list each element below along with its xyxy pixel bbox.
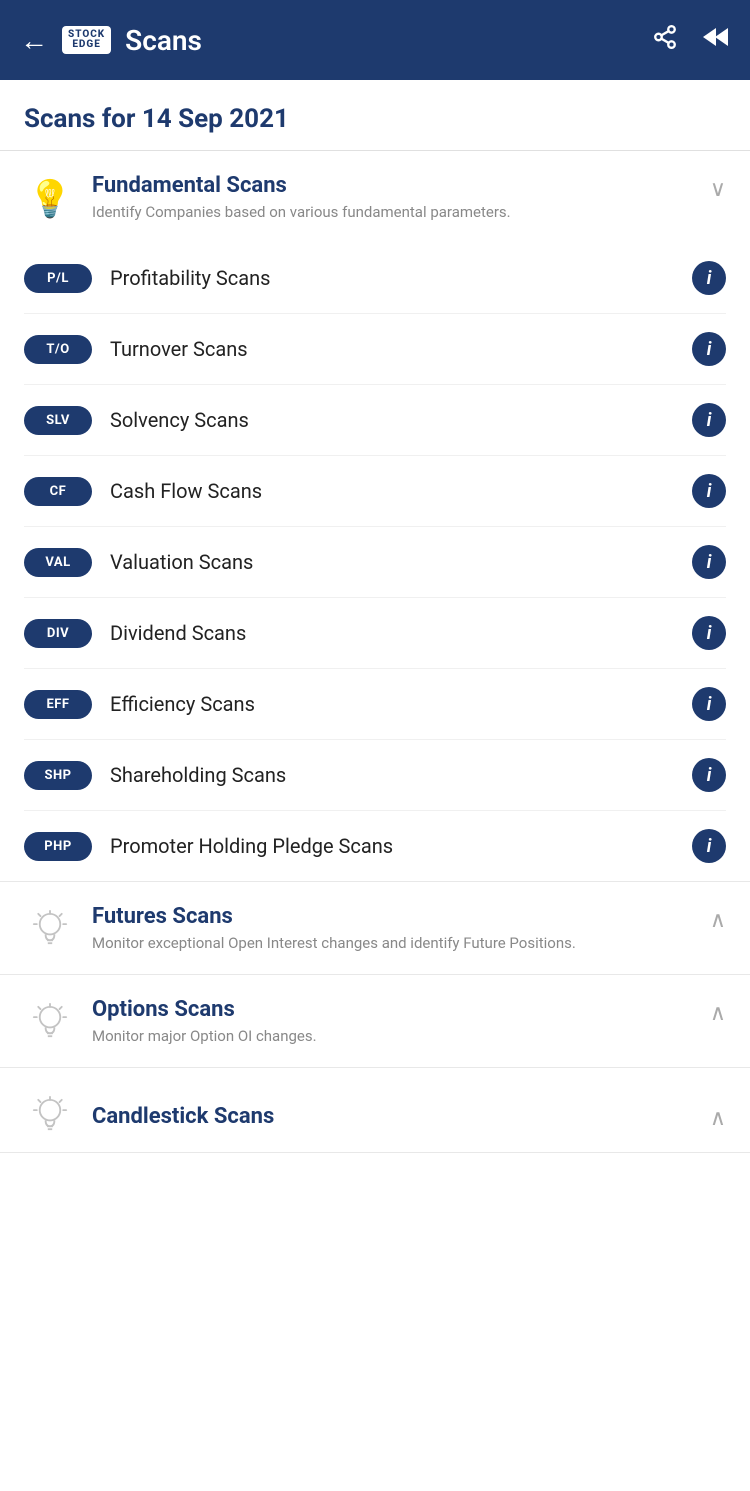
fundamental-scan-items: P/L Profitability Scans i T/O Turnover S… xyxy=(0,243,750,881)
futures-scans-header[interactable]: Futures Scans Monitor exceptional Open I… xyxy=(0,882,750,974)
candlestick-scans-title: Candlestick Scans xyxy=(92,1104,700,1129)
futures-scans-title: Futures Scans xyxy=(92,904,700,929)
logo-bottom-text: EDGE xyxy=(72,40,101,50)
header-title: Scans xyxy=(125,24,202,57)
to-label: Turnover Scans xyxy=(110,337,692,361)
fundamental-icon: 💡 xyxy=(24,173,76,225)
slv-badge: SLV xyxy=(24,406,92,435)
candlestick-scans-section: Candlestick Scans ∧ xyxy=(0,1068,750,1153)
val-label: Valuation Scans xyxy=(110,550,692,574)
cf-badge: CF xyxy=(24,477,92,506)
div-badge: DIV xyxy=(24,619,92,648)
to-info-icon[interactable]: i xyxy=(692,332,726,366)
fundamental-scans-text: Fundamental Scans Identify Companies bas… xyxy=(92,173,700,223)
header-left: ← STOCK EDGE Scans xyxy=(20,24,202,57)
options-scans-text: Options Scans Monitor major Option OI ch… xyxy=(92,997,700,1047)
php-badge: PHP xyxy=(24,832,92,861)
rewind-icon[interactable] xyxy=(700,24,730,56)
futures-scans-desc: Monitor exceptional Open Interest change… xyxy=(92,933,700,954)
options-icon xyxy=(24,997,76,1049)
candlestick-chevron-icon: ∧ xyxy=(710,1106,726,1131)
eff-info-icon[interactable]: i xyxy=(692,687,726,721)
list-item[interactable]: SLV Solvency Scans i xyxy=(24,385,726,456)
share-icon[interactable] xyxy=(652,24,678,56)
fundamental-scans-desc: Identify Companies based on various fund… xyxy=(92,202,700,223)
app-logo: STOCK EDGE xyxy=(62,26,111,54)
header-actions xyxy=(652,24,730,56)
back-button[interactable]: ← xyxy=(20,24,48,57)
options-chevron-icon: ∧ xyxy=(710,1001,726,1026)
shp-badge: SHP xyxy=(24,761,92,790)
futures-icon xyxy=(24,904,76,956)
options-scans-section: Options Scans Monitor major Option OI ch… xyxy=(0,975,750,1068)
php-label: Promoter Holding Pledge Scans xyxy=(110,834,692,858)
list-item[interactable]: EFF Efficiency Scans i xyxy=(24,669,726,740)
shp-label: Shareholding Scans xyxy=(110,763,692,787)
pl-info-icon[interactable]: i xyxy=(692,261,726,295)
php-info-icon[interactable]: i xyxy=(692,829,726,863)
fundamental-scans-section: 💡 Fundamental Scans Identify Companies b… xyxy=(0,151,750,882)
list-item[interactable]: P/L Profitability Scans i xyxy=(24,243,726,314)
options-scans-header[interactable]: Options Scans Monitor major Option OI ch… xyxy=(0,975,750,1067)
list-item[interactable]: SHP Shareholding Scans i xyxy=(24,740,726,811)
page-title: Scans for 14 Sep 2021 xyxy=(24,104,289,134)
pl-badge: P/L xyxy=(24,264,92,293)
val-info-icon[interactable]: i xyxy=(692,545,726,579)
eff-badge: EFF xyxy=(24,690,92,719)
list-item[interactable]: VAL Valuation Scans i xyxy=(24,527,726,598)
candlestick-scans-header[interactable]: Candlestick Scans ∧ xyxy=(0,1068,750,1152)
slv-label: Solvency Scans xyxy=(110,408,692,432)
list-item[interactable]: DIV Dividend Scans i xyxy=(24,598,726,669)
candlestick-scans-text: Candlestick Scans xyxy=(92,1104,700,1129)
list-item[interactable]: T/O Turnover Scans i xyxy=(24,314,726,385)
div-info-icon[interactable]: i xyxy=(692,616,726,650)
futures-scans-section: Futures Scans Monitor exceptional Open I… xyxy=(0,882,750,975)
fundamental-scans-title: Fundamental Scans xyxy=(92,173,700,198)
cf-info-icon[interactable]: i xyxy=(692,474,726,508)
candlestick-icon xyxy=(24,1090,76,1142)
val-badge: VAL xyxy=(24,548,92,577)
fundamental-chevron-icon: ∨ xyxy=(710,177,726,202)
app-header: ← STOCK EDGE Scans xyxy=(0,0,750,80)
pl-label: Profitability Scans xyxy=(110,266,692,290)
list-item[interactable]: PHP Promoter Holding Pledge Scans i xyxy=(24,811,726,881)
cf-label: Cash Flow Scans xyxy=(110,479,692,503)
div-label: Dividend Scans xyxy=(110,621,692,645)
slv-info-icon[interactable]: i xyxy=(692,403,726,437)
futures-chevron-icon: ∧ xyxy=(710,908,726,933)
fundamental-scans-header[interactable]: 💡 Fundamental Scans Identify Companies b… xyxy=(0,151,750,243)
list-item[interactable]: CF Cash Flow Scans i xyxy=(24,456,726,527)
futures-scans-text: Futures Scans Monitor exceptional Open I… xyxy=(92,904,700,954)
page-title-bar: Scans for 14 Sep 2021 xyxy=(0,80,750,151)
to-badge: T/O xyxy=(24,335,92,364)
shp-info-icon[interactable]: i xyxy=(692,758,726,792)
options-scans-desc: Monitor major Option OI changes. xyxy=(92,1026,700,1047)
options-scans-title: Options Scans xyxy=(92,997,700,1022)
eff-label: Efficiency Scans xyxy=(110,692,692,716)
